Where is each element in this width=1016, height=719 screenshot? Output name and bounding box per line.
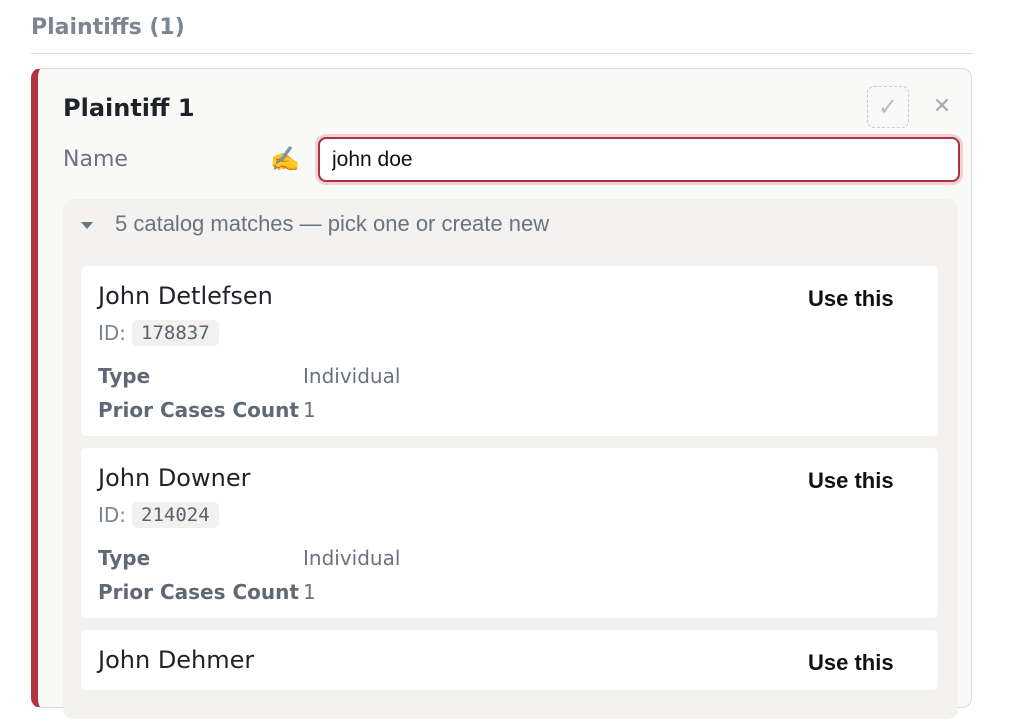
catalog-matches-panel: 5 catalog matches — pick one or create n… (63, 199, 958, 719)
match-card: John Downer Use this ID: 214024 Type Ind… (81, 448, 938, 618)
prior-cases-label: Prior Cases Count (98, 398, 299, 422)
match-name: John Detlefsen (98, 282, 273, 310)
match-id-row: ID: 214024 (98, 502, 219, 528)
use-this-button[interactable]: Use this (808, 468, 894, 494)
match-id-row: ID: 178837 (98, 320, 219, 346)
prior-cases-value: 1 (303, 580, 316, 604)
type-value: Individual (303, 546, 401, 570)
match-name: John Downer (98, 464, 251, 492)
type-label: Type (98, 364, 151, 388)
writing-hand-icon: ✍️ (270, 145, 300, 173)
type-value: Individual (303, 364, 401, 388)
check-icon: ✓ (877, 93, 899, 121)
match-card: John Dehmer Use this (81, 630, 938, 690)
name-label: Name (63, 147, 128, 172)
match-id: 178837 (132, 320, 219, 346)
plaintiff-card: Plaintiff 1 ✓ ✕ Name ✍️ 5 catalog matche… (31, 68, 972, 719)
matches-toggle[interactable]: 5 catalog matches — pick one or create n… (81, 211, 549, 237)
id-label: ID: (98, 321, 127, 345)
use-this-button[interactable]: Use this (808, 286, 894, 312)
close-icon: ✕ (932, 93, 952, 119)
matches-summary-text: 5 catalog matches — pick one or create n… (115, 211, 550, 236)
type-label: Type (98, 546, 151, 570)
prior-cases-label: Prior Cases Count (98, 580, 299, 604)
use-this-button[interactable]: Use this (808, 650, 894, 676)
plaintiff-title: Plaintiff 1 (63, 94, 195, 122)
id-label: ID: (98, 503, 127, 527)
section-title: Plaintiffs (1) (31, 15, 185, 40)
match-name: John Dehmer (98, 646, 255, 674)
remove-button[interactable]: ✕ (927, 91, 957, 121)
prior-cases-value: 1 (303, 398, 316, 422)
match-card: John Detlefsen Use this ID: 178837 Type … (81, 266, 938, 436)
caret-down-icon (81, 221, 93, 229)
confirm-button[interactable]: ✓ (867, 86, 909, 128)
section-divider (31, 53, 973, 54)
name-input[interactable] (318, 137, 960, 182)
match-id: 214024 (132, 502, 219, 528)
